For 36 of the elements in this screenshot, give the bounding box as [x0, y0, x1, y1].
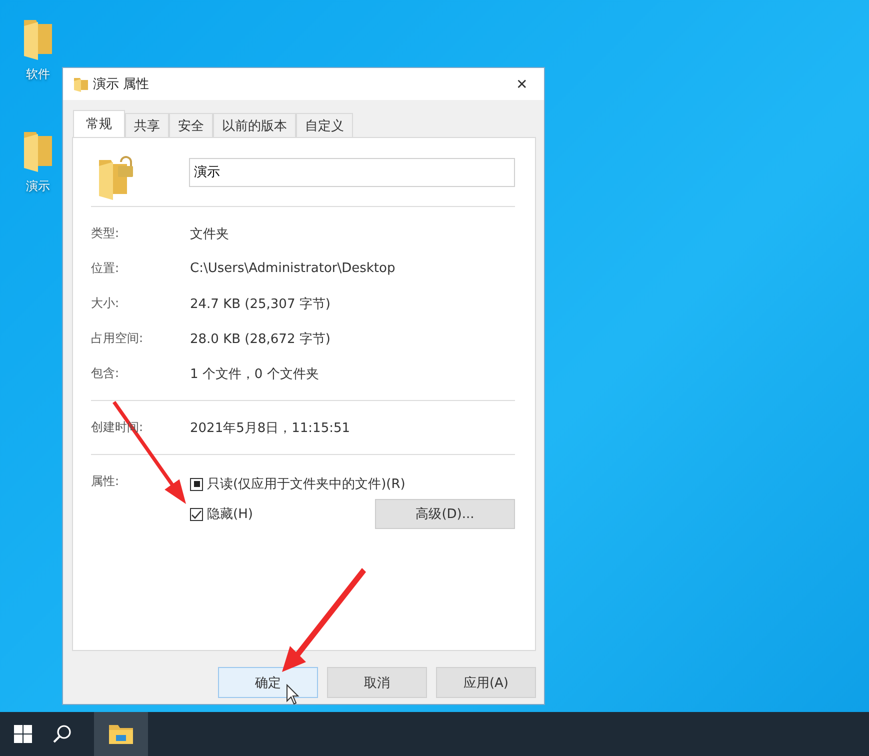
advanced-button[interactable]: 高级(D)... [375, 499, 515, 529]
checkbox[interactable] [190, 508, 203, 520]
locked-folder-icon [97, 154, 133, 200]
field-value: 24.7 KB (25,307 字节) [190, 296, 330, 312]
tab[interactable]: 常规 [73, 110, 125, 137]
field-value: 文件夹 [190, 226, 229, 242]
field-value: 2021年5月8日，11:15:51 [190, 420, 350, 436]
taskbar-app[interactable] [94, 712, 148, 756]
search-icon[interactable] [52, 724, 72, 744]
checkbox-label[interactable]: 只读(仅应用于文件夹中的文件)(R) [207, 475, 515, 493]
field-label: 大小: [91, 295, 120, 312]
field-value: C:\Users\Administrator\Desktop [190, 261, 396, 276]
name-field[interactable]: 演示 [189, 158, 515, 186]
close-button[interactable]: ✕ [500, 68, 544, 100]
windows-logo-icon[interactable] [14, 725, 32, 743]
dialog-button[interactable]: 取消 [327, 667, 427, 698]
tab[interactable]: 安全 [169, 113, 213, 137]
field-value: 28.0 KB (28,672 字节) [190, 330, 330, 348]
dialog-button[interactable]: 确定 [218, 667, 318, 698]
field-label: 属性: [91, 473, 120, 490]
dialog-button[interactable]: 应用(A) [436, 667, 536, 698]
tab[interactable]: 共享 [125, 113, 169, 137]
field-value: 1 个文件，0 个文件夹 [190, 366, 319, 382]
field-label: 包含: [91, 365, 120, 382]
field-label: 类型: [91, 225, 120, 242]
mouse-cursor-icon [286, 684, 300, 706]
folder-icon [73, 76, 89, 92]
tab[interactable]: 以前的版本 [213, 113, 296, 137]
checkmark-icon [191, 508, 202, 520]
checkbox[interactable] [190, 478, 203, 490]
field-label: 位置: [91, 260, 120, 277]
field-label: 占用空间: [91, 330, 144, 347]
tab[interactable]: 自定义 [296, 113, 353, 137]
checkbox-label[interactable]: 隐藏(H) [207, 505, 371, 523]
window-title: 演示 属性 [93, 76, 150, 93]
folder-icon [108, 723, 134, 745]
